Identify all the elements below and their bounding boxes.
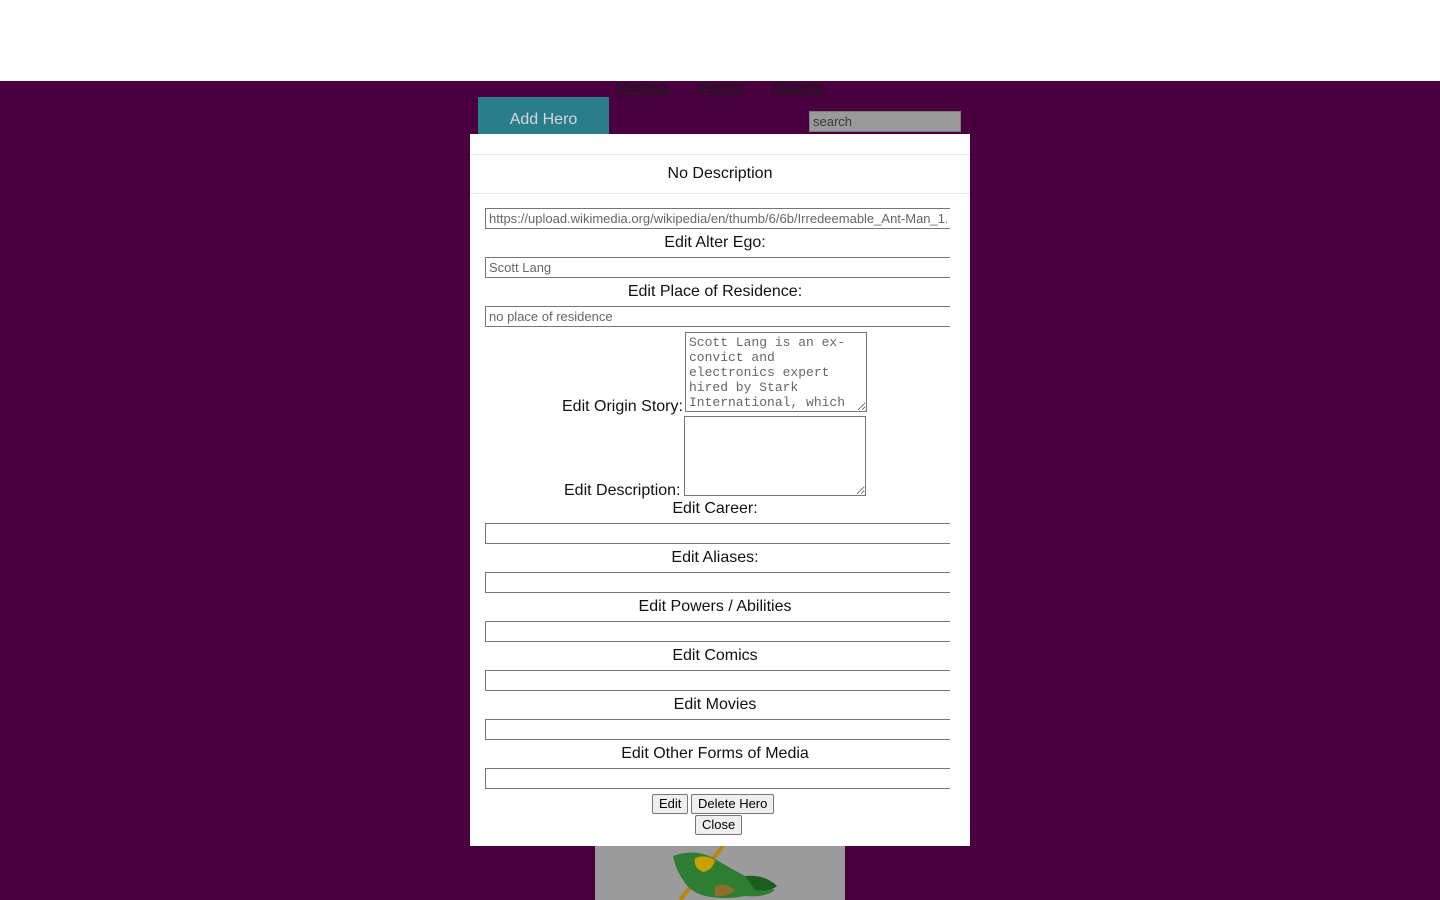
image-url-field[interactable] bbox=[485, 208, 950, 229]
search-input[interactable] bbox=[809, 111, 961, 132]
aliases-field[interactable] bbox=[485, 572, 950, 593]
nav-link-villains[interactable]: Villains bbox=[772, 79, 822, 99]
description-label: Edit Description: bbox=[564, 482, 681, 499]
other-media-label: Edit Other Forms of Media bbox=[621, 745, 809, 762]
aliases-label: Edit Aliases: bbox=[671, 549, 759, 566]
hero-card-image[interactable] bbox=[595, 846, 845, 900]
origin-story-textarea[interactable]: Scott Lang is an ex-convict and electron… bbox=[685, 332, 867, 412]
edit-button[interactable]: Edit bbox=[652, 794, 689, 814]
powers-label: Edit Powers / Abilities bbox=[638, 598, 792, 615]
other-media-field[interactable] bbox=[485, 768, 950, 789]
residence-field[interactable] bbox=[485, 306, 950, 327]
alter-ego-label: Edit Alter Ego: bbox=[664, 234, 766, 251]
movies-label: Edit Movies bbox=[673, 696, 757, 713]
career-label: Edit Career: bbox=[672, 500, 758, 517]
top-header-area bbox=[0, 0, 1440, 81]
modal-title-divider bbox=[470, 193, 970, 194]
modal-header-divider bbox=[470, 154, 970, 155]
comics-field[interactable] bbox=[485, 670, 950, 691]
career-field[interactable] bbox=[485, 523, 950, 544]
powers-field[interactable] bbox=[485, 621, 950, 642]
main-nav: Heroes Home Villains bbox=[0, 79, 1440, 99]
hero-figure-icon bbox=[595, 846, 845, 900]
movies-field[interactable] bbox=[485, 719, 950, 740]
description-textarea[interactable] bbox=[684, 416, 866, 496]
close-button[interactable]: Close bbox=[695, 815, 743, 835]
alter-ego-field[interactable] bbox=[485, 257, 950, 278]
delete-hero-button[interactable]: Delete Hero bbox=[691, 794, 775, 814]
nav-link-heroes[interactable]: Heroes bbox=[617, 79, 669, 99]
residence-label: Edit Place of Residence: bbox=[627, 283, 803, 300]
edit-hero-modal: No Description Edit Alter Ego: Edit Plac… bbox=[470, 134, 970, 846]
origin-story-label: Edit Origin Story: bbox=[562, 398, 683, 415]
nav-link-home[interactable]: Home bbox=[699, 79, 742, 99]
comics-label: Edit Comics bbox=[672, 647, 758, 664]
modal-title: No Description bbox=[667, 165, 773, 182]
